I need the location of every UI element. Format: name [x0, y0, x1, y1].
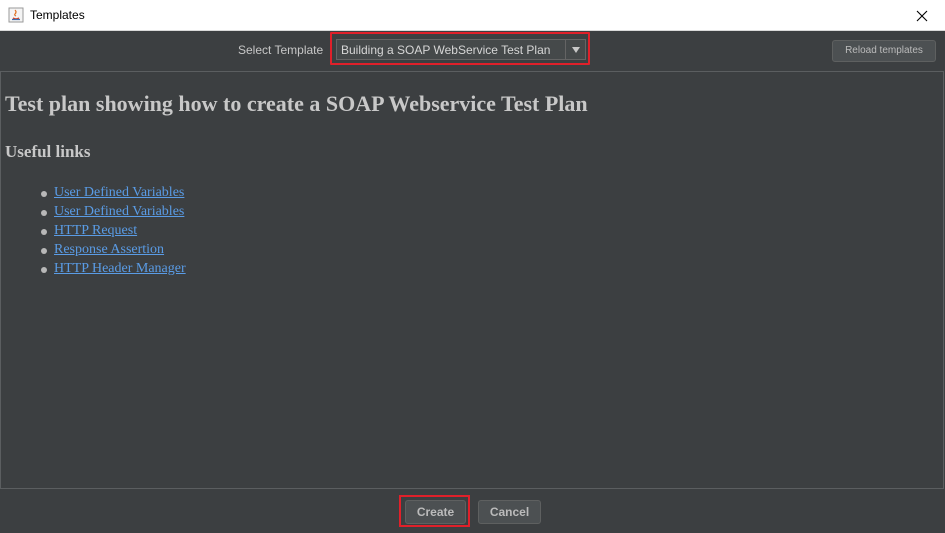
reload-templates-button[interactable]: Reload templates: [832, 40, 936, 62]
bullet-icon: [41, 247, 47, 254]
window-title-bar: Templates: [0, 0, 945, 31]
template-select-highlight: Building a SOAP WebService Test Plan: [330, 32, 590, 65]
dropdown-arrow-icon[interactable]: [565, 40, 585, 59]
selected-template-value: Building a SOAP WebService Test Plan: [341, 43, 551, 57]
template-select-dropdown[interactable]: Building a SOAP WebService Test Plan: [336, 39, 586, 60]
window-title: Templates: [30, 8, 85, 22]
link-http-request[interactable]: HTTP Request: [54, 223, 137, 239]
cancel-button[interactable]: Cancel: [478, 500, 541, 524]
close-icon: [916, 10, 928, 21]
dialog-button-bar: Create Cancel: [0, 489, 945, 533]
useful-links-heading: Useful links: [5, 142, 91, 161]
list-item: User Defined Variables: [41, 202, 186, 221]
bullet-icon: [41, 190, 47, 197]
list-item: HTTP Request: [41, 221, 186, 240]
list-item: Response Assertion: [41, 240, 186, 259]
list-item: User Defined Variables: [41, 183, 186, 202]
useful-links-list: User Defined Variables User Defined Vari…: [41, 183, 186, 278]
close-button[interactable]: [899, 0, 945, 31]
link-user-defined-variables[interactable]: User Defined Variables: [54, 185, 184, 201]
select-template-label: Select Template: [238, 43, 324, 57]
link-http-header-manager[interactable]: HTTP Header Manager: [54, 261, 186, 277]
list-item: HTTP Header Manager: [41, 259, 186, 278]
java-app-icon: [8, 7, 24, 23]
link-user-defined-variables-2[interactable]: User Defined Variables: [54, 204, 184, 220]
link-response-assertion[interactable]: Response Assertion: [54, 242, 164, 258]
template-description-panel: Test plan showing how to create a SOAP W…: [0, 71, 944, 489]
bullet-icon: [41, 266, 47, 273]
bullet-icon: [41, 209, 47, 216]
template-toolbar: Select Template Building a SOAP WebServi…: [0, 31, 945, 71]
template-heading: Test plan showing how to create a SOAP W…: [5, 91, 588, 116]
bullet-icon: [41, 228, 47, 235]
create-button[interactable]: Create: [405, 500, 466, 524]
